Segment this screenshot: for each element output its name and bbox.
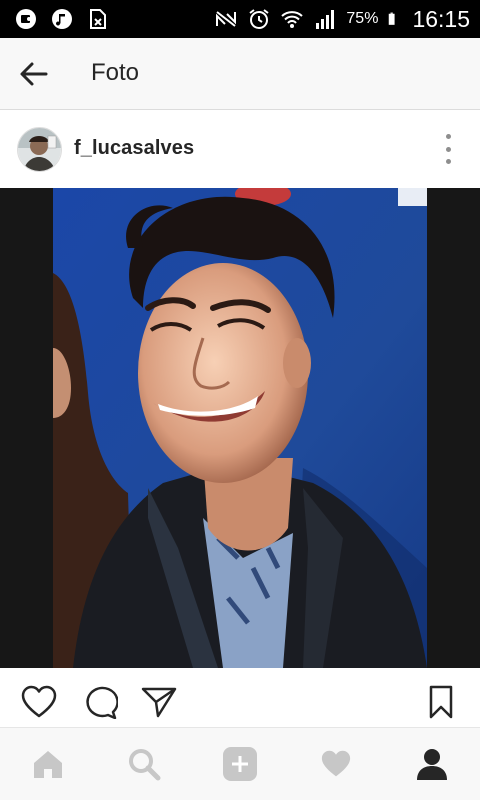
status-bar-left — [14, 7, 110, 31]
heart-icon[interactable] — [21, 685, 57, 719]
messenger-icon — [16, 9, 36, 29]
more-vertical-icon[interactable] — [442, 134, 454, 164]
sim-disabled-icon — [90, 9, 106, 29]
activity-heart-icon[interactable] — [318, 746, 354, 782]
status-time: 16:15 — [412, 5, 470, 32]
search-icon[interactable] — [126, 746, 162, 782]
alarm-icon — [249, 9, 270, 29]
battery-percent: 75% — [346, 10, 379, 27]
nfc-icon — [216, 11, 237, 27]
status-bar: 75% 16:15 — [0, 0, 480, 38]
post-header: f_lucasalves — [0, 112, 480, 188]
bottom-nav — [0, 728, 480, 800]
arrow-left-icon[interactable] — [18, 60, 50, 88]
music-icon — [52, 9, 72, 29]
avatar[interactable] — [17, 127, 62, 172]
add-post-icon[interactable] — [222, 746, 258, 782]
photo-illustration — [53, 188, 427, 668]
menu-dot — [445, 159, 451, 164]
menu-dot — [445, 134, 451, 139]
page-title: Foto — [91, 59, 140, 86]
battery-icon — [389, 12, 396, 25]
menu-dot — [445, 146, 451, 152]
send-icon[interactable] — [141, 685, 177, 719]
wifi-icon — [281, 11, 304, 28]
signal-icon — [316, 10, 335, 29]
profile-icon[interactable] — [414, 746, 450, 782]
post-username[interactable]: f_lucasalves — [74, 137, 194, 160]
photo-area — [0, 188, 480, 668]
avatar-image — [18, 128, 61, 171]
app-bar: Foto — [0, 38, 480, 110]
comment-icon[interactable] — [82, 685, 118, 719]
home-icon[interactable] — [30, 746, 66, 782]
post-actions — [0, 668, 480, 728]
selfie-photo[interactable] — [53, 188, 427, 668]
status-bar-right: 75% 16:15 — [214, 4, 470, 34]
bookmark-icon[interactable] — [425, 685, 457, 719]
